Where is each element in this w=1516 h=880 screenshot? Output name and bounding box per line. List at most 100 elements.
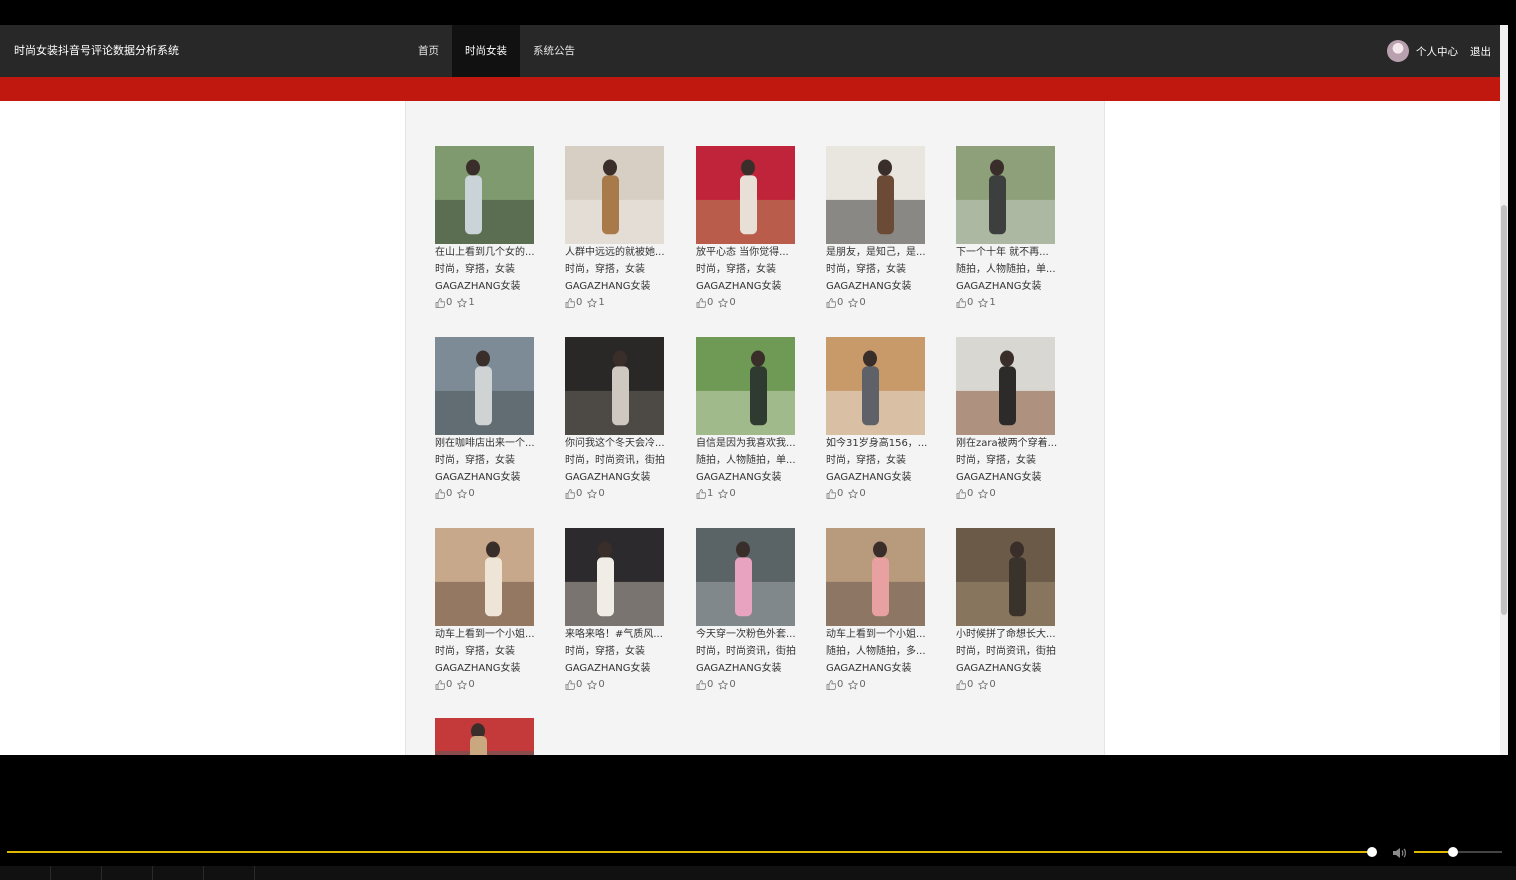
product-card[interactable]: 刚在咖啡店出来一个... 时尚，穿搭，女装 GAGAZHANG女装 0 0 [435,337,545,502]
like-counter[interactable]: 0 [565,486,582,502]
product-author[interactable]: GAGAZHANG女装 [956,278,1066,295]
product-card[interactable]: 你问我这个冬天会冷... 时尚，时尚资讯，街拍 GAGAZHANG女装 0 0 [565,337,675,502]
product-thumbnail[interactable] [956,337,1055,435]
like-counter[interactable]: 1 [696,486,713,502]
product-title[interactable]: 动车上看到一个小姐... [826,626,936,643]
volume-slider[interactable] [1414,851,1502,853]
product-card[interactable]: 小时候拼了命想长大... 时尚，时尚资讯，街拍 GAGAZHANG女装 0 0 [956,528,1066,693]
product-card[interactable]: 放平心态 当你觉得... 时尚，穿搭，女装 GAGAZHANG女装 0 0 [696,146,806,311]
product-author[interactable]: GAGAZHANG女装 [565,278,675,295]
like-counter[interactable]: 0 [565,295,582,311]
product-author[interactable]: GAGAZHANG女装 [435,469,545,486]
product-title[interactable]: 你问我这个冬天会冷... [565,435,675,452]
like-counter[interactable]: 0 [435,486,452,502]
product-card[interactable]: 是朋友，是知己，是... 时尚，穿搭，女装 GAGAZHANG女装 0 0 [826,146,936,311]
product-author[interactable]: GAGAZHANG女装 [696,469,806,486]
scrollbar-thumb[interactable] [1501,205,1507,615]
product-card[interactable]: 动车上看到一个小姐... 时尚，穿搭，女装 GAGAZHANG女装 0 0 [435,528,545,693]
product-card[interactable]: 在山上看到几个女的... 时尚，穿搭，女装 GAGAZHANG女装 0 1 [435,146,545,311]
product-thumbnail[interactable] [435,528,534,626]
product-thumbnail[interactable] [826,146,925,244]
product-author[interactable]: GAGAZHANG女装 [696,278,806,295]
like-counter[interactable]: 0 [826,486,843,502]
product-title[interactable]: 放平心态 当你觉得... [696,244,806,261]
product-thumbnail[interactable] [826,337,925,435]
product-title[interactable]: 小时候拼了命想长大... [956,626,1066,643]
favorite-counter[interactable]: 0 [848,677,866,693]
product-title[interactable]: 动车上看到一个小姐... [435,626,545,643]
nav-item-home[interactable]: 首页 [405,25,452,77]
favorite-counter[interactable]: 0 [457,677,475,693]
product-title[interactable]: 在山上看到几个女的... [435,244,545,261]
favorite-counter[interactable]: 0 [718,677,736,693]
product-card[interactable]: 自信是因为我喜欢我... 随拍，人物随拍，单... GAGAZHANG女装 1 0 [696,337,806,502]
product-title[interactable]: 自信是因为我喜欢我... [696,435,806,452]
product-thumbnail[interactable] [696,337,795,435]
like-counter[interactable]: 0 [435,295,452,311]
favorite-counter[interactable]: 1 [457,295,475,311]
favorite-counter[interactable]: 1 [587,295,605,311]
product-thumbnail[interactable] [565,528,664,626]
like-counter[interactable]: 0 [826,295,843,311]
product-card[interactable]: 动车上看到一个小姐... 随拍，人物随拍，多... GAGAZHANG女装 0 0 [826,528,936,693]
nav-item-announcements[interactable]: 系统公告 [520,25,588,77]
product-title[interactable]: 如今31岁身高156，... [826,435,936,452]
like-counter[interactable]: 0 [696,295,713,311]
product-card[interactable]: 如今31岁身高156，... 时尚，穿搭，女装 GAGAZHANG女装 0 0 [826,337,936,502]
product-author[interactable]: GAGAZHANG女装 [956,469,1066,486]
favorite-counter[interactable]: 0 [848,295,866,311]
product-title[interactable]: 刚在咖啡店出来一个... [435,435,545,452]
product-author[interactable]: GAGAZHANG女装 [565,660,675,677]
like-counter[interactable]: 0 [435,677,452,693]
nav-item-fashion[interactable]: 时尚女装 [452,25,520,77]
site-title[interactable]: 时尚女装抖音号评论数据分析系统 [14,25,179,77]
product-thumbnail[interactable] [435,718,534,755]
product-title[interactable]: 今天穿一次粉色外套... [696,626,806,643]
product-card[interactable]: 刚在zara被两个穿着... 时尚，穿搭，女装 GAGAZHANG女装 0 0 [956,337,1066,502]
favorite-counter[interactable]: 0 [848,486,866,502]
like-counter[interactable]: 0 [956,295,973,311]
product-thumbnail[interactable] [956,146,1055,244]
product-title[interactable]: 下一个十年 就不再... [956,244,1066,261]
product-card[interactable]: 来咯来咯！#气质风... 时尚，穿搭，女装 GAGAZHANG女装 0 0 [565,528,675,693]
product-author[interactable]: GAGAZHANG女装 [826,469,936,486]
product-thumbnail[interactable] [826,528,925,626]
like-counter[interactable]: 0 [696,677,713,693]
product-card[interactable]: 人群中远远的就被她... 时尚，穿搭，女装 GAGAZHANG女装 0 1 [565,146,675,311]
product-card[interactable]: 今天穿一次粉色外套... 时尚，时尚资讯，街拍 GAGAZHANG女装 0 0 [696,528,806,693]
favorite-counter[interactable]: 0 [587,677,605,693]
logout-link[interactable]: 退出 [1470,44,1491,59]
product-card[interactable]: 下一个十年 就不再... 随拍，人物随拍，单... GAGAZHANG女装 0 1 [956,146,1066,311]
product-thumbnail[interactable] [565,146,664,244]
product-thumbnail[interactable] [696,528,795,626]
product-author[interactable]: GAGAZHANG女装 [435,278,545,295]
volume-icon[interactable] [1392,845,1408,864]
video-progress-handle[interactable] [1367,847,1377,857]
product-author[interactable]: GAGAZHANG女装 [826,660,936,677]
avatar[interactable] [1387,40,1409,62]
volume-handle[interactable] [1448,847,1458,857]
favorite-counter[interactable]: 0 [978,677,996,693]
like-counter[interactable]: 0 [565,677,582,693]
like-counter[interactable]: 0 [956,677,973,693]
product-thumbnail[interactable] [435,337,534,435]
favorite-counter[interactable]: 1 [978,295,996,311]
favorite-counter[interactable]: 0 [457,486,475,502]
product-thumbnail[interactable] [956,528,1055,626]
product-thumbnail[interactable] [435,146,534,244]
user-center-link[interactable]: 个人中心 [1416,44,1458,59]
favorite-counter[interactable]: 0 [587,486,605,502]
product-author[interactable]: GAGAZHANG女装 [565,469,675,486]
product-author[interactable]: GAGAZHANG女装 [435,660,545,677]
product-author[interactable]: GAGAZHANG女装 [696,660,806,677]
like-counter[interactable]: 0 [826,677,843,693]
favorite-counter[interactable]: 0 [718,295,736,311]
page-scrollbar[interactable] [1500,25,1508,755]
product-thumbnail[interactable] [565,337,664,435]
video-progress-bar[interactable] [7,851,1373,853]
favorite-counter[interactable]: 0 [978,486,996,502]
product-card[interactable] [435,718,545,755]
product-author[interactable]: GAGAZHANG女装 [956,660,1066,677]
product-title[interactable]: 是朋友，是知己，是... [826,244,936,261]
favorite-counter[interactable]: 0 [718,486,736,502]
